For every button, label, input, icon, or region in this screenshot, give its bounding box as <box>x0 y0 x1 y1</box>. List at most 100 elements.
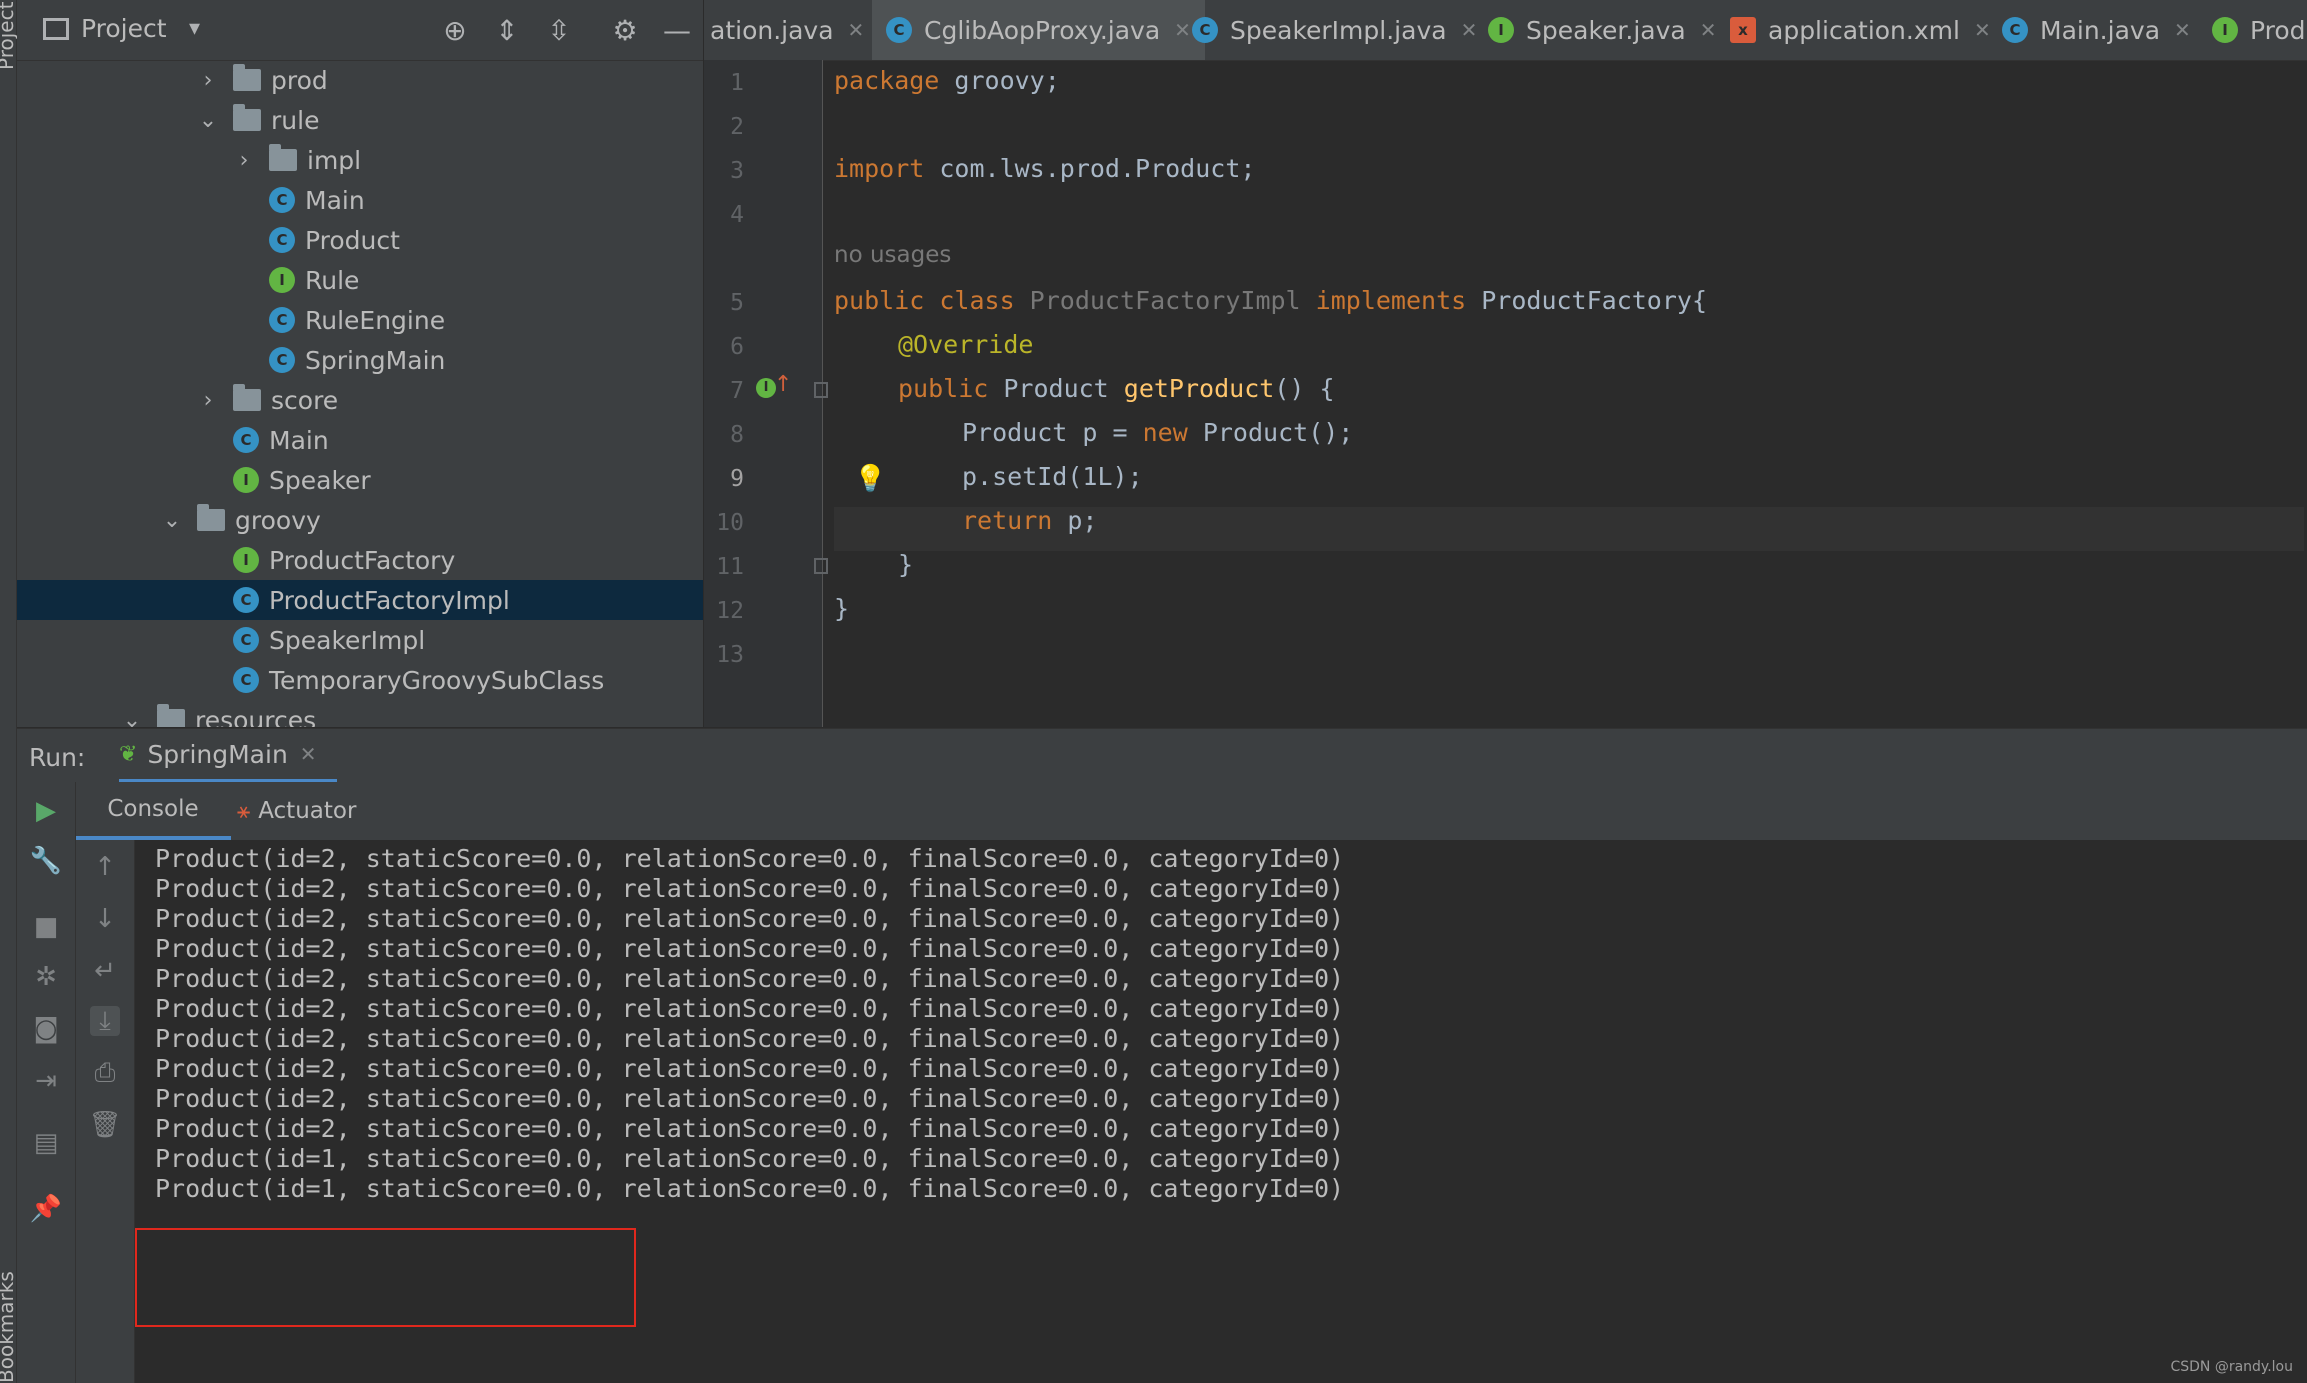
line-number: 9 <box>730 466 744 492</box>
locate-file-icon[interactable]: ⊕ <box>439 14 471 47</box>
hide-panel-icon[interactable]: — <box>661 14 693 47</box>
console-line: Product(id=2, staticScore=0.0, relationS… <box>155 964 1345 993</box>
pin-icon[interactable]: 📌 <box>30 1194 62 1224</box>
chevron-down-icon[interactable]: ⌄ <box>161 508 183 533</box>
close-icon[interactable]: ✕ <box>848 18 865 42</box>
close-icon[interactable]: ✕ <box>1461 18 1478 42</box>
class-icon: C <box>269 227 295 253</box>
tree-item[interactable]: C Main <box>17 420 703 460</box>
tab-actuator[interactable]: ⚹ Actuator <box>237 782 356 840</box>
console-line: Product(id=2, staticScore=0.0, relationS… <box>155 1054 1345 1083</box>
tab-prod[interactable]: I Prod <box>2212 0 2306 60</box>
run-toolbar-primary: ▶ 🔧 ■ ✲ ◙ ⇥ ▤ 📌 <box>17 782 76 1383</box>
exit-icon[interactable]: ⇥ <box>31 1066 61 1096</box>
class-icon: C <box>269 187 295 213</box>
scroll-down-icon[interactable]: ↓ <box>90 904 120 934</box>
tree-item-label: Main <box>305 185 365 215</box>
chevron-right-icon[interactable]: › <box>197 68 219 93</box>
line-number: 7 <box>730 378 744 404</box>
gear-icon[interactable]: ⚙ <box>609 14 641 47</box>
chevron-right-icon[interactable]: › <box>197 388 219 413</box>
close-icon[interactable]: ✕ <box>1974 18 1991 42</box>
tab-speaker-java[interactable]: I Speaker.java ✕ <box>1488 0 1716 60</box>
console-line: Product(id=2, staticScore=0.0, relationS… <box>155 1084 1345 1113</box>
run-config-tab[interactable]: ❦ SpringMain ✕ <box>119 729 337 783</box>
layout-icon[interactable]: ▤ <box>31 1128 61 1158</box>
folder-icon <box>233 384 261 411</box>
stop-icon[interactable]: ■ <box>31 912 61 942</box>
run-label: Run: <box>29 743 86 772</box>
tree-item[interactable]: › prod <box>17 60 703 100</box>
tree-item-label: Product <box>305 225 400 255</box>
tab-speakerimpl-java[interactable]: C SpeakerImpl.java ✕ <box>1192 0 1477 60</box>
override-arrow-icon[interactable]: ↑ <box>774 372 792 397</box>
bookmarks-tool-label[interactable]: Bookmarks <box>0 1271 18 1383</box>
soft-wrap-icon[interactable]: ↵ <box>90 956 120 986</box>
tree-item[interactable]: I Speaker <box>17 460 703 500</box>
tree-item[interactable]: ⌄ groovy <box>17 500 703 540</box>
package-icon <box>269 144 297 171</box>
chevron-down-icon[interactable]: ⌄ <box>197 108 219 133</box>
console-line: Product(id=2, staticScore=0.0, relationS… <box>155 904 1345 933</box>
close-icon[interactable]: ✕ <box>1700 18 1717 42</box>
camera-icon[interactable]: ◙ <box>31 1014 61 1044</box>
tab-cglibaopproxy-java[interactable]: C CglibAopProxy.java ✕ <box>872 0 1205 60</box>
project-panel-header: Project ▾ ⊕ ⇕ ⇳ ⚙ — <box>17 0 703 61</box>
tree-item[interactable]: C Main <box>17 180 703 220</box>
close-icon[interactable]: ✕ <box>300 742 317 766</box>
tree-item[interactable]: C TemporaryGroovySubClass <box>17 660 703 700</box>
class-icon: C <box>2002 17 2028 43</box>
chevron-right-icon[interactable]: › <box>233 148 255 173</box>
tree-item-label: rule <box>271 105 320 135</box>
left-tool-strip: Project Bookmarks <box>0 0 18 1383</box>
trash-icon[interactable]: 🗑 <box>89 1110 122 1140</box>
tree-item[interactable]: C SpringMain <box>17 340 703 380</box>
project-tool-label[interactable]: Project <box>0 2 18 70</box>
tab-console[interactable]: Console <box>75 782 231 840</box>
close-icon[interactable]: ✕ <box>1174 18 1191 42</box>
console-line: Product(id=2, staticScore=0.0, relationS… <box>155 844 1345 873</box>
project-panel-title[interactable]: Project <box>81 14 167 43</box>
project-view-dropdown-icon[interactable]: ▾ <box>189 16 200 41</box>
tree-item[interactable]: C SpeakerImpl <box>17 620 703 660</box>
collapse-all-icon[interactable]: ⇳ <box>543 14 575 47</box>
expand-all-icon[interactable]: ⇕ <box>491 14 523 47</box>
tree-item-label: prod <box>271 65 328 95</box>
tab-main-java[interactable]: C Main.java ✕ <box>2002 0 2191 60</box>
tree-item[interactable]: ⌄ rule <box>17 100 703 140</box>
rerun-icon[interactable]: ▶ <box>31 796 61 826</box>
tree-item-label: Speaker <box>269 465 371 495</box>
scroll-up-icon[interactable]: ↑ <box>90 852 120 882</box>
usage-hint[interactable]: no usages <box>834 242 951 268</box>
line-number: 6 <box>730 334 744 360</box>
tree-item-label: ProductFactoryImpl <box>269 585 510 615</box>
tree-item[interactable]: I Rule <box>17 260 703 300</box>
code-line-6: @Override <box>898 330 1034 359</box>
fold-marker-icon[interactable] <box>814 558 828 574</box>
tree-item-label: groovy <box>235 505 321 535</box>
tree-item[interactable]: › impl <box>17 140 703 180</box>
tree-item[interactable]: ⌄ resources <box>17 700 703 727</box>
tab-annotation-java[interactable]: ation.java ✕ <box>710 0 864 60</box>
tab-application-xml[interactable]: x application.xml ✕ <box>1730 0 1991 60</box>
tree-item[interactable]: I ProductFactory <box>17 540 703 580</box>
tab-label: ation.java <box>710 15 834 45</box>
tree-item[interactable]: C Product <box>17 220 703 260</box>
fold-marker-icon[interactable] <box>814 382 828 398</box>
close-icon[interactable]: ✕ <box>2174 18 2191 42</box>
code-area[interactable]: package groovy; import com.lws.prod.Prod… <box>834 60 2304 727</box>
wrench-icon[interactable]: 🔧 <box>30 846 62 876</box>
tree-item-label: ProductFactory <box>269 545 456 575</box>
tree-item[interactable]: C ProductFactoryImpl <box>17 580 703 620</box>
implements-gutter-icon[interactable]: I <box>756 378 776 398</box>
debug-settings-icon[interactable]: ✲ <box>31 962 61 992</box>
tree-item[interactable]: › score <box>17 380 703 420</box>
lightbulb-icon[interactable]: 💡 <box>854 464 886 494</box>
print-icon[interactable]: ⎙ <box>90 1058 120 1088</box>
chevron-down-icon[interactable]: ⌄ <box>121 708 143 728</box>
scroll-to-end-icon[interactable]: ⤓ <box>90 1006 120 1036</box>
tree-item[interactable]: C RuleEngine <box>17 300 703 340</box>
tab-label: SpeakerImpl.java <box>1230 15 1447 45</box>
line-number: 11 <box>716 554 744 580</box>
tree-item-label: resources <box>195 705 317 728</box>
